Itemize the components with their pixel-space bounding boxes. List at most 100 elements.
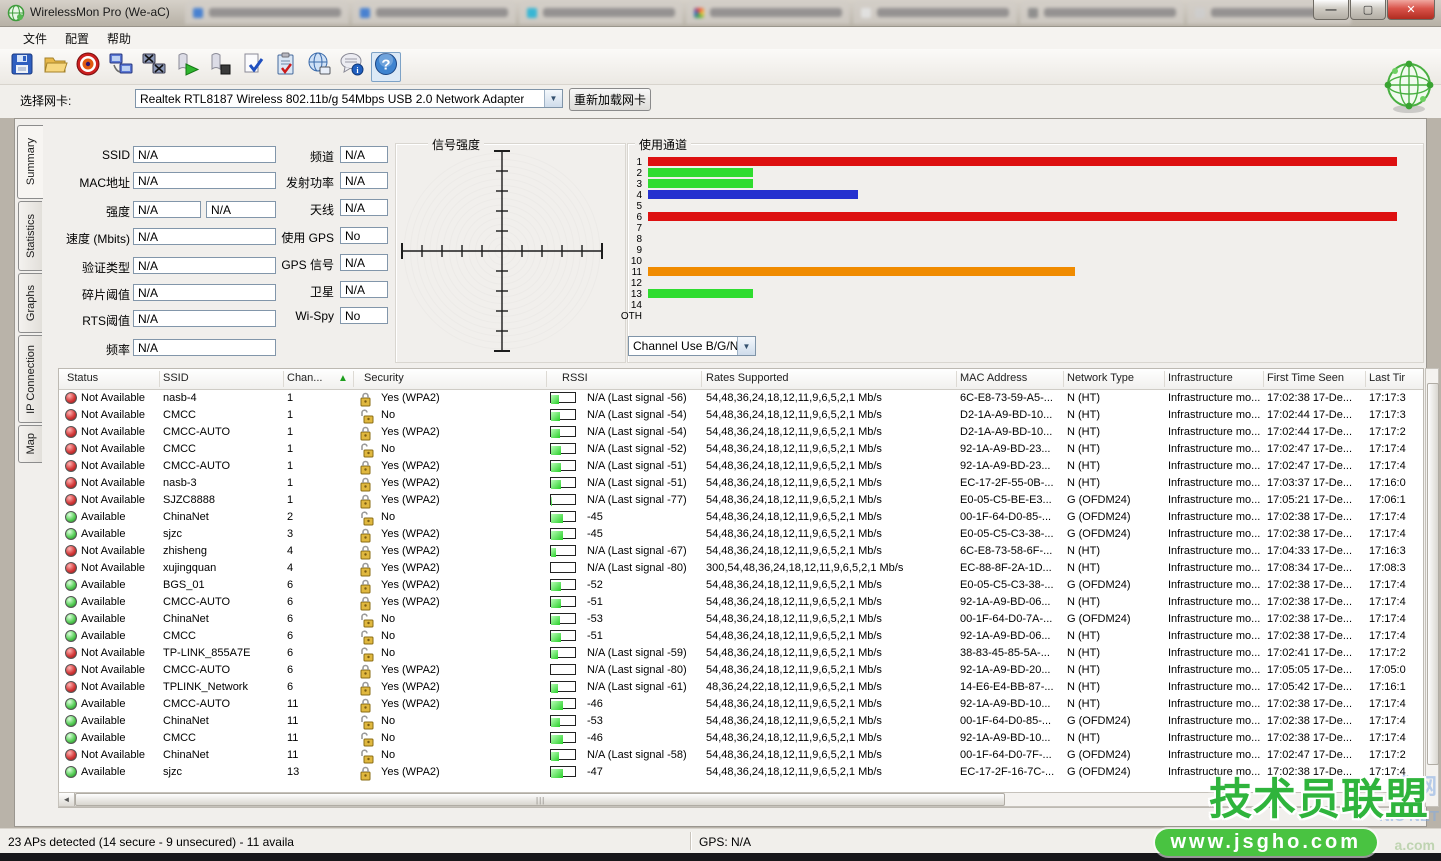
table-row[interactable]: AvailableChinaNet6No-5354,48,36,24,18,12… (59, 611, 1423, 628)
save-button[interactable] (8, 53, 36, 81)
column-separator[interactable] (1164, 371, 1165, 387)
cell-mac: D2-1A-A9-BD-10... (960, 409, 1052, 421)
column-separator[interactable] (701, 371, 702, 387)
cell-network-type: G (OFDM24) (1067, 749, 1131, 761)
table-row[interactable]: Not Availablenasb-31Yes (WPA2)N/A (Last … (59, 475, 1423, 492)
cell-first-seen: 17:02:47 17-De... (1267, 460, 1352, 472)
column-header-last-tir[interactable]: Last Tir (1369, 372, 1405, 384)
column-separator[interactable] (546, 371, 547, 387)
column-header-status[interactable]: Status (67, 372, 98, 384)
column-header-security[interactable]: Security (364, 372, 404, 384)
support-button[interactable]: i (338, 53, 366, 81)
table-row[interactable]: Not AvailableTP-LINK_855A7E6NoN/A (Last … (59, 645, 1423, 662)
available-icon (65, 766, 77, 778)
cell-network-type: G (OFDM24) (1067, 528, 1131, 540)
cell-ssid: CMCC (163, 630, 196, 642)
table-row[interactable]: Not AvailableCMCC1NoN/A (Last signal -54… (59, 407, 1423, 424)
cell-security: Yes (WPA2) (381, 545, 440, 557)
disconnect-adapter-icon (141, 51, 167, 82)
start-logging-button[interactable] (173, 53, 201, 81)
table-row[interactable]: Not AvailableSJZC88881Yes (WPA2)N/A (Las… (59, 492, 1423, 509)
table-row[interactable]: AvailableBGS_016Yes (WPA2)-5254,48,36,24… (59, 577, 1423, 594)
disconnect-button[interactable] (140, 53, 168, 81)
horizontal-scrollbar-thumb[interactable]: ||| (75, 793, 1005, 806)
table-row[interactable]: AvailableChinaNet11No-5354,48,36,24,18,1… (59, 713, 1423, 730)
table-row[interactable]: AvailableCMCC11No-4654,48,36,24,18,12,11… (59, 730, 1423, 747)
scan-button[interactable] (74, 53, 102, 81)
scroll-left-arrow[interactable]: ◄ (59, 793, 75, 806)
help-button[interactable]: ? (371, 52, 401, 82)
close-button[interactable]: ✕ (1387, 0, 1435, 20)
minimize-button[interactable]: — (1313, 0, 1349, 20)
cell-first-seen: 17:02:38 17-De... (1267, 732, 1352, 744)
column-separator[interactable] (956, 371, 957, 387)
stop-logging-button[interactable] (206, 53, 234, 81)
tab-map[interactable]: Map (18, 425, 42, 463)
table-row[interactable]: Not AvailableTPLINK_Network6Yes (WPA2)N/… (59, 679, 1423, 696)
column-separator[interactable] (1063, 371, 1064, 387)
cell-last-seen: 17:08:3 (1369, 562, 1406, 574)
cell-rates: 48,36,24,22,18,12,11,9,6,5,2,1 Mb/s (706, 681, 882, 693)
column-separator[interactable] (1365, 371, 1366, 387)
field-value-right-6: No (340, 307, 388, 324)
open-button[interactable] (41, 53, 69, 81)
field-label-right-4: GPS 信号 (230, 256, 334, 273)
table-row[interactable]: Not Availablezhisheng4Yes (WPA2)N/A (Las… (59, 543, 1423, 560)
column-header-rssi[interactable]: RSSI (562, 372, 588, 384)
column-separator[interactable] (283, 371, 284, 387)
report-button[interactable] (272, 53, 300, 81)
column-header-infrastructure[interactable]: Infrastructure (1168, 372, 1233, 384)
tab-favicon (1195, 8, 1205, 18)
reload-adapters-button[interactable]: 重新加载网卡 (569, 88, 651, 111)
reconnect-button[interactable] (107, 53, 135, 81)
vertical-scrollbar-thumb[interactable] (1427, 383, 1439, 765)
channel-mode-select[interactable]: Channel Use B/G/N ▼ (628, 336, 756, 356)
ap-table-body: Not Availablenasb-41Yes (WPA2)N/A (Last … (59, 390, 1423, 793)
rssi-bar-fill (551, 514, 563, 523)
cell-ssid: sjzc (163, 528, 182, 540)
channel-label-7: 7 (612, 223, 642, 234)
maximize-button[interactable]: ▢ (1350, 0, 1386, 20)
ap-table-header[interactable]: Status SSID Chan... Security RSSI Rates Suppo… (59, 369, 1423, 390)
menu-item-1[interactable]: 配置 (56, 28, 98, 49)
column-header-chan-[interactable]: Chan... (287, 372, 322, 384)
column-header-first-time-seen[interactable]: First Time Seen (1267, 372, 1344, 384)
column-header-ssid[interactable]: SSID (163, 372, 189, 384)
column-separator[interactable] (353, 371, 354, 387)
column-header-network-type[interactable]: Network Type (1067, 372, 1134, 384)
column-separator[interactable] (1263, 371, 1264, 387)
table-row[interactable]: Not AvailableChinaNet11NoN/A (Last signa… (59, 747, 1423, 764)
channel-bar-4 (648, 190, 858, 199)
table-row[interactable]: Not AvailableCMCC-AUTO1Yes (WPA2)N/A (La… (59, 424, 1423, 441)
web-button[interactable] (305, 53, 333, 81)
cell-rssi: -46 (587, 732, 603, 744)
column-header-rates-supported[interactable]: Rates Supported (706, 372, 789, 384)
chevron-down-icon[interactable]: ▼ (737, 337, 755, 355)
chevron-down-icon[interactable]: ▼ (544, 90, 562, 107)
table-row[interactable]: Not AvailableCMCC-AUTO6Yes (WPA2)N/A (La… (59, 662, 1423, 679)
tab-favicon (861, 8, 871, 18)
cell-last-seen: 17:17:4 (1369, 715, 1406, 727)
cell-network-type: G (OFDM24) (1067, 715, 1131, 727)
cell-last-seen: 17:17:4 (1369, 460, 1406, 472)
table-row[interactable]: Not AvailableCMCC-AUTO1Yes (WPA2)N/A (La… (59, 458, 1423, 475)
table-row[interactable]: Not AvailableCMCC1NoN/A (Last signal -52… (59, 441, 1423, 458)
column-header-mac-address[interactable]: MAC Address (960, 372, 1027, 384)
table-row[interactable]: AvailableChinaNet2No-4554,48,36,24,18,12… (59, 509, 1423, 526)
cell-last-seen: 17:17:4 (1369, 698, 1406, 710)
verify-log-button[interactable] (239, 53, 267, 81)
table-row[interactable]: AvailableCMCC6No-5154,48,36,24,18,12,11,… (59, 628, 1423, 645)
vertical-scrollbar[interactable] (1425, 368, 1439, 807)
table-row[interactable]: Not Availablenasb-41Yes (WPA2)N/A (Last … (59, 390, 1423, 407)
table-row[interactable]: Availablesjzc3Yes (WPA2)-4554,48,36,24,1… (59, 526, 1423, 543)
adapter-select[interactable]: Realtek RTL8187 Wireless 802.11b/g 54Mbp… (135, 89, 563, 108)
menu-item-0[interactable]: 文件 (14, 28, 56, 49)
cell-mac: 00-1F-64-D0-85-... (960, 511, 1051, 523)
table-row[interactable]: AvailableCMCC-AUTO11Yes (WPA2)-4654,48,3… (59, 696, 1423, 713)
table-row[interactable]: AvailableCMCC-AUTO6Yes (WPA2)-5154,48,36… (59, 594, 1423, 611)
channel-mode-value: Channel Use B/G/N (633, 339, 737, 353)
table-row[interactable]: Not Availablexujingquan4Yes (WPA2)N/A (L… (59, 560, 1423, 577)
cell-channel: 11 (287, 715, 298, 727)
menu-item-2[interactable]: 帮助 (98, 28, 140, 49)
column-separator[interactable] (159, 371, 160, 387)
